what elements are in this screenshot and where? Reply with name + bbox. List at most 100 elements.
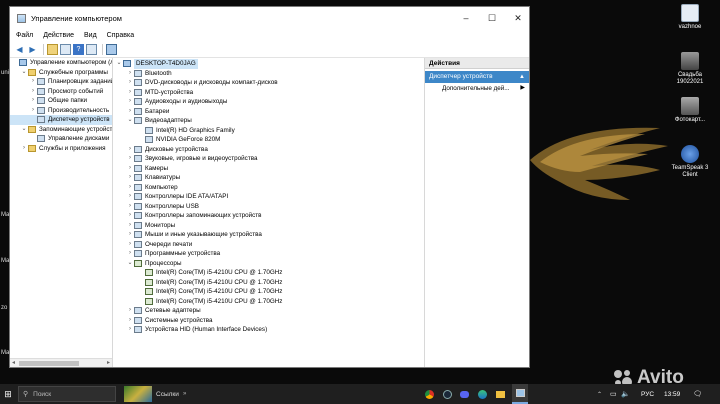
forward-arrow-icon[interactable]: ▶ [27, 44, 38, 55]
tree-item[interactable]: › Компьютер [113, 183, 424, 193]
menu-view[interactable]: Вид [84, 32, 97, 39]
tree-item[interactable]: › Контроллеры IDE ATA/ATAPI [113, 192, 424, 202]
help-icon[interactable]: ? [73, 44, 84, 55]
tree-item[interactable]: › Мыши и иные указывающие устройства [113, 230, 424, 240]
expand-arrow-icon[interactable]: › [126, 69, 134, 79]
links-toolbar-label[interactable]: Ссылки [156, 384, 179, 404]
expand-arrow-icon[interactable]: › [126, 164, 134, 174]
expand-arrow-icon[interactable]: › [126, 202, 134, 212]
expand-arrow-icon[interactable]: › [126, 249, 134, 259]
collapse-arrow-icon[interactable]: ⌄ [20, 125, 28, 135]
title-bar[interactable]: Управление компьютером – ☐ ✕ [10, 7, 529, 29]
taskbar-wallpaper-thumbnail[interactable] [123, 384, 153, 404]
tree-item[interactable]: › Контроллеры запоминающих устройств [113, 211, 424, 221]
tree-item[interactable]: › Просмотр событий [10, 87, 112, 97]
expand-arrow-icon[interactable]: › [126, 230, 134, 240]
desktop-icon-photo[interactable]: Фотокарт... [666, 97, 714, 124]
tree-item[interactable]: › Очереди печати [113, 240, 424, 250]
expand-arrow-icon[interactable]: › [29, 106, 37, 116]
collapse-arrow-icon[interactable]: ⌄ [115, 59, 123, 69]
expand-arrow-icon[interactable]: › [126, 325, 134, 335]
tree-item[interactable]: ⌄ DESKTOP-T4D0JAG [113, 59, 424, 69]
tree-item[interactable]: › Производительность [10, 106, 112, 116]
collapse-arrow-icon[interactable]: ⌄ [20, 68, 28, 78]
expand-arrow-icon[interactable]: › [29, 96, 37, 106]
scroll-left-icon[interactable]: ◂ [12, 359, 15, 366]
discord-icon[interactable] [458, 384, 470, 404]
close-button[interactable]: ✕ [505, 7, 531, 29]
monitor-icon[interactable] [106, 44, 117, 55]
desktop-icon-vazhnoe[interactable]: vazhnoe [666, 4, 714, 31]
tree-item[interactable]: Intel(R) Core(TM) i5-4210U CPU @ 1.70GHz [113, 278, 424, 288]
computer-management-taskbar-button[interactable] [512, 384, 528, 404]
expand-arrow-icon[interactable]: › [29, 87, 37, 97]
expand-arrow-icon[interactable]: › [126, 78, 134, 88]
tree-item[interactable]: › Bluetooth [113, 69, 424, 79]
expand-arrow-icon[interactable]: › [126, 154, 134, 164]
tree-item[interactable]: › Звуковые, игровые и видеоустройства [113, 154, 424, 164]
tree-item[interactable]: › DVD-дисководы и дисководы компакт-диско… [113, 78, 424, 88]
actions-section-device-manager[interactable]: Диспетчер устройств ▲ [425, 71, 529, 83]
volume-icon[interactable]: 🔈 [621, 384, 630, 404]
show-hide-tree-icon[interactable] [60, 44, 71, 55]
collapse-arrow-icon[interactable]: ⌄ [126, 259, 134, 269]
menu-file[interactable]: Файл [16, 32, 33, 39]
start-button[interactable]: ⊞ [0, 384, 16, 404]
tree-item[interactable]: NVIDIA GeForce 820M [113, 135, 424, 145]
tree-item[interactable]: ⌄ Процессоры [113, 259, 424, 269]
expand-arrow-icon[interactable]: › [126, 173, 134, 183]
tree-item[interactable]: › Сетевые адаптеры [113, 306, 424, 316]
back-arrow-icon[interactable]: ◀ [14, 44, 25, 55]
clock[interactable]: 13:59 [664, 384, 680, 404]
tree-item[interactable]: › Батареи [113, 107, 424, 117]
expand-arrow-icon[interactable]: › [126, 316, 134, 326]
tree-item[interactable]: Управление дисками [10, 134, 112, 144]
tree-item[interactable]: ⌄ Запоминающие устройств [10, 125, 112, 135]
tree-item[interactable]: › Контроллеры USB [113, 202, 424, 212]
steam-icon[interactable] [441, 384, 453, 404]
expand-arrow-icon[interactable]: › [126, 145, 134, 155]
notification-icon[interactable]: 🗨 [693, 384, 702, 404]
expand-arrow-icon[interactable]: › [126, 192, 134, 202]
tree-item[interactable]: › Службы и приложения [10, 144, 112, 154]
properties-icon[interactable] [86, 44, 97, 55]
expand-arrow-icon[interactable]: › [126, 211, 134, 221]
tree-item[interactable]: › Аудиовходы и аудиовыходы [113, 97, 424, 107]
tree-item[interactable]: Intel(R) HD Graphics Family [113, 126, 424, 136]
scroll-thumb[interactable] [19, 361, 79, 366]
minimize-button[interactable]: – [453, 7, 479, 29]
up-folder-icon[interactable] [47, 44, 58, 55]
expand-arrow-icon[interactable]: › [126, 306, 134, 316]
tree-item[interactable]: › Планировщик заданий [10, 77, 112, 87]
tree-item[interactable]: Диспетчер устройств [10, 115, 112, 125]
expand-arrow-icon[interactable]: › [126, 97, 134, 107]
scroll-right-icon[interactable]: ▸ [107, 359, 110, 366]
tree-item[interactable]: › Программные устройства [113, 249, 424, 259]
expand-arrow-icon[interactable]: › [20, 144, 28, 154]
tray-overflow-icon[interactable]: ⌃ [597, 384, 602, 404]
expand-arrow-icon[interactable]: › [126, 221, 134, 231]
tree-item[interactable]: ⌄ Служебные программы [10, 68, 112, 78]
collapse-arrow-icon[interactable]: ▲ [519, 71, 525, 83]
expand-arrow-icon[interactable]: › [126, 183, 134, 193]
tree-item[interactable]: › Устройства HID (Human Interface Devices… [113, 325, 424, 335]
tree-item[interactable]: › Мониторы [113, 221, 424, 231]
tree-item[interactable]: Управление компьютером (л [10, 58, 112, 68]
chrome-icon[interactable] [423, 384, 435, 404]
menu-action[interactable]: Действие [43, 32, 74, 39]
maximize-button[interactable]: ☐ [479, 7, 505, 29]
expand-arrow-icon[interactable]: › [29, 77, 37, 87]
tree-item[interactable]: › Клавиатуры [113, 173, 424, 183]
expand-arrow-icon[interactable]: › [126, 88, 134, 98]
tree-item[interactable]: › Дисковые устройства [113, 145, 424, 155]
tree-item[interactable]: › Системные устройства [113, 316, 424, 326]
expand-arrow-icon[interactable]: › [126, 107, 134, 117]
tree-item[interactable]: › MTD-устройства [113, 88, 424, 98]
tree-item[interactable]: ⌄ Видеоадаптеры [113, 116, 424, 126]
collapse-arrow-icon[interactable]: ⌄ [126, 116, 134, 126]
language-indicator[interactable]: РУС [641, 384, 654, 404]
tree-item[interactable]: › Общие папки [10, 96, 112, 106]
explorer-icon[interactable] [494, 384, 506, 404]
network-icon[interactable]: ▭ [610, 384, 617, 404]
menu-help[interactable]: Справка [107, 32, 134, 39]
